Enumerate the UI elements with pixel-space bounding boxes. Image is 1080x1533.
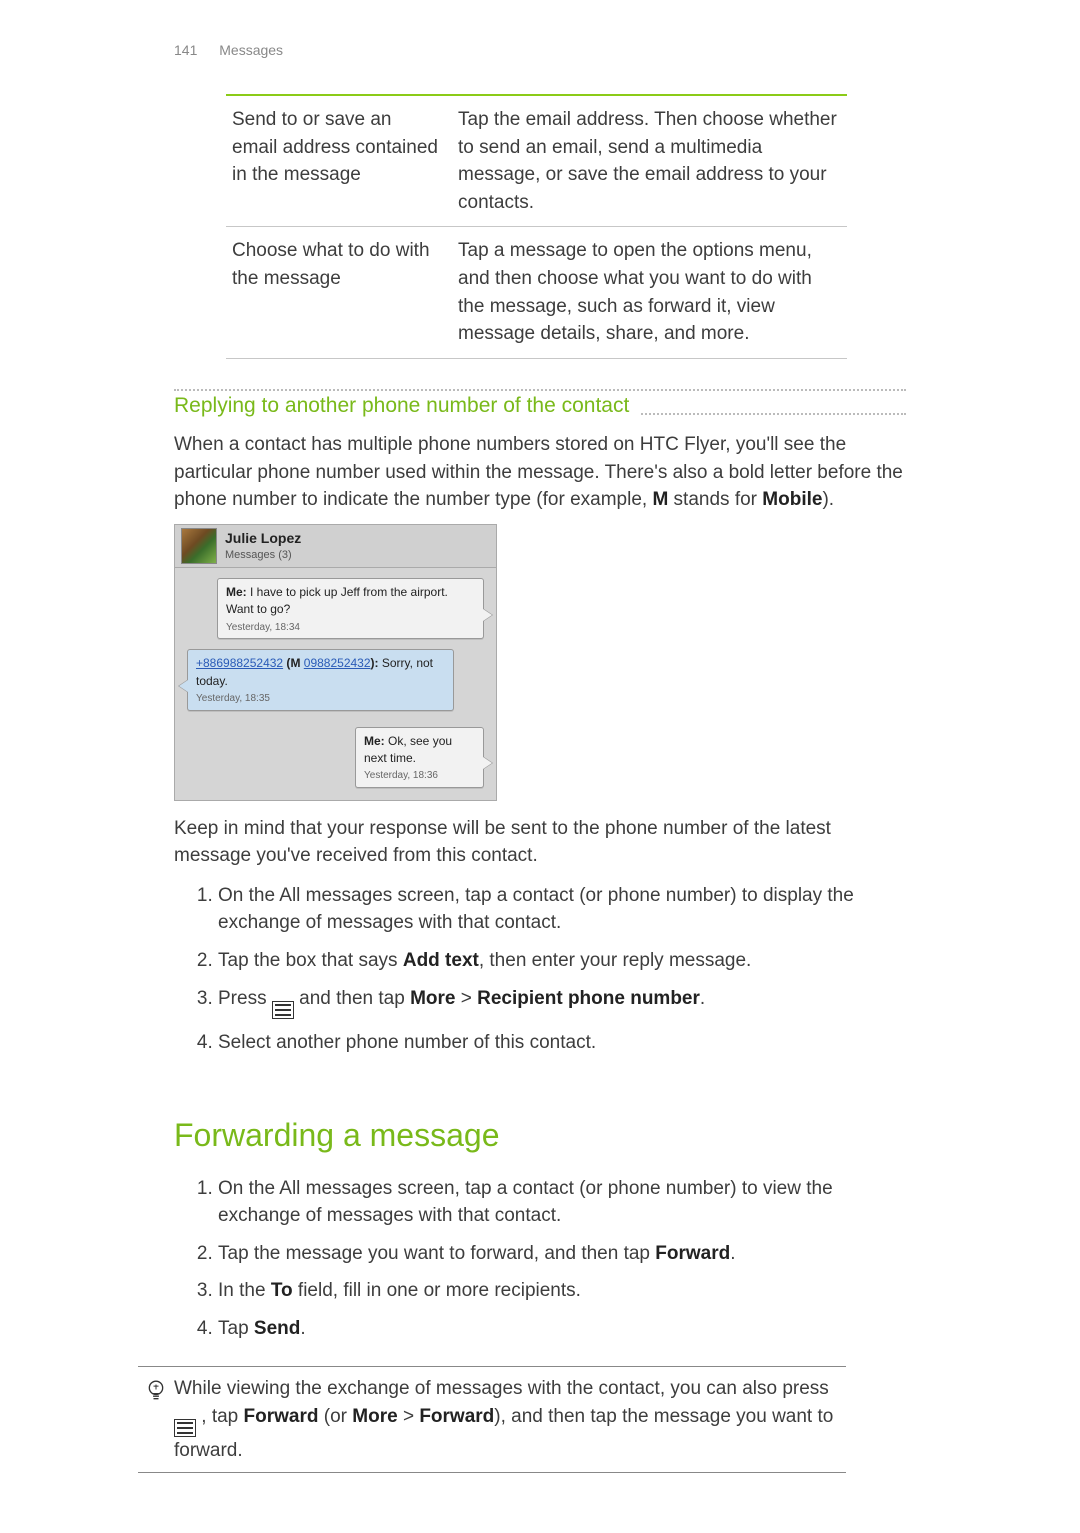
message-bubble-incoming: +886988252432 (M 0988252432): Sorry, not… bbox=[187, 649, 454, 710]
table-cell-left: Send to or save an email address contain… bbox=[226, 95, 452, 227]
menu-icon bbox=[272, 1001, 294, 1019]
intro-paragraph: When a contact has multiple phone number… bbox=[174, 431, 906, 514]
page-number: 141 bbox=[174, 42, 197, 58]
forward-steps: On the All messages screen, tap a contac… bbox=[194, 1175, 906, 1343]
options-table: Send to or save an email address contain… bbox=[226, 94, 847, 358]
message-timestamp: Yesterday, 18:35 bbox=[196, 692, 445, 707]
note-paragraph: Keep in mind that your response will be … bbox=[174, 815, 906, 870]
conversation-preview: Julie Lopez Messages (3) Me: I have to p… bbox=[174, 524, 497, 801]
table-cell-right: Tap a message to open the options menu, … bbox=[452, 227, 847, 358]
section-title-forwarding: Forwarding a message bbox=[174, 1112, 906, 1158]
list-item: In the To field, fill in one or more rec… bbox=[218, 1277, 906, 1305]
list-item: On the All messages screen, tap a contac… bbox=[218, 1175, 906, 1230]
subsection-title: Replying to another phone number of the … bbox=[174, 391, 639, 421]
list-item: Tap the box that says Add text, then ent… bbox=[218, 947, 906, 975]
table-cell-left: Choose what to do with the message bbox=[226, 227, 452, 358]
list-item: On the All messages screen, tap a contac… bbox=[218, 882, 906, 937]
message-bubble-outgoing: Me: Ok, see you next time. Yesterday, 18… bbox=[355, 727, 484, 788]
avatar bbox=[181, 528, 217, 564]
list-item: Select another phone number of this cont… bbox=[218, 1029, 906, 1057]
list-item: Press and then tap More > Recipient phon… bbox=[218, 985, 906, 1019]
table-cell-right: Tap the email address. Then choose wheth… bbox=[452, 95, 847, 227]
message-bubble-outgoing: Me: I have to pick up Jeff from the airp… bbox=[217, 578, 484, 639]
message-timestamp: Yesterday, 18:36 bbox=[364, 769, 475, 784]
list-item: Tap Send. bbox=[218, 1315, 906, 1343]
contact-name: Julie Lopez bbox=[225, 528, 301, 548]
section-name: Messages bbox=[219, 42, 283, 58]
tip-callout: While viewing the exchange of messages w… bbox=[138, 1366, 846, 1473]
table-row: Send to or save an email address contain… bbox=[226, 95, 847, 227]
reply-steps: On the All messages screen, tap a contac… bbox=[194, 882, 906, 1056]
list-item: Tap the message you want to forward, and… bbox=[218, 1240, 906, 1268]
phone-link: +886988252432 bbox=[196, 656, 283, 670]
subsection-header: Replying to another phone number of the … bbox=[174, 391, 906, 421]
conversation-header: Julie Lopez Messages (3) bbox=[175, 525, 496, 568]
message-timestamp: Yesterday, 18:34 bbox=[226, 621, 475, 636]
running-header: 141 Messages bbox=[174, 40, 906, 60]
tip-text: While viewing the exchange of messages w… bbox=[174, 1375, 840, 1464]
message-count: Messages (3) bbox=[225, 548, 301, 564]
table-row: Choose what to do with the message Tap a… bbox=[226, 227, 847, 358]
lightbulb-icon bbox=[138, 1375, 174, 1405]
menu-icon bbox=[174, 1419, 196, 1437]
phone-link: 0988252432 bbox=[304, 656, 371, 670]
